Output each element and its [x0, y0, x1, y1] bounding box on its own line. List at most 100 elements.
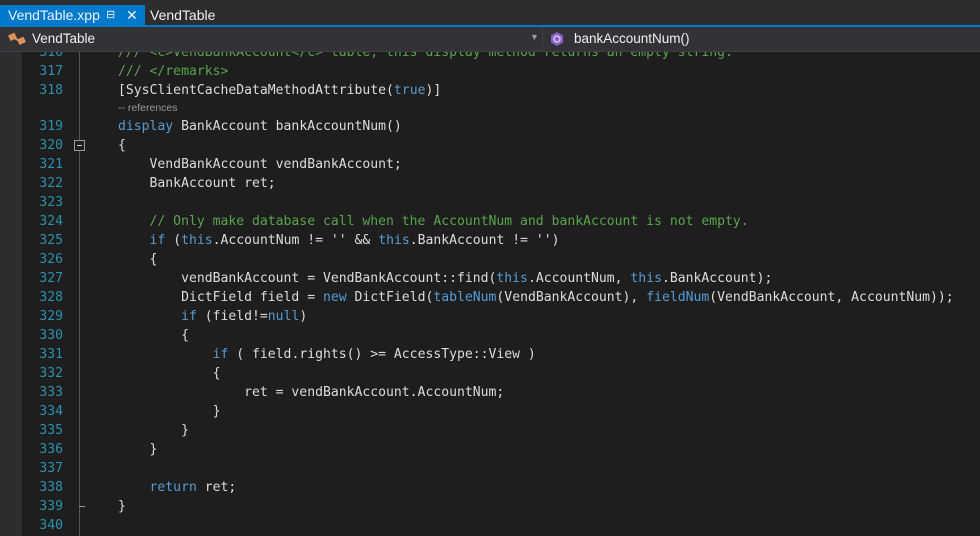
- code-line[interactable]: 322 BankAccount ret;: [0, 174, 980, 193]
- code-text: {: [118, 326, 189, 345]
- tab-vendtable[interactable]: VendTable: [150, 5, 215, 27]
- code-line[interactable]: 333 ret = vendBankAccount.AccountNum;: [0, 383, 980, 402]
- code-text: }: [118, 497, 126, 516]
- code-token: ret = vendBankAccount.AccountNum;: [118, 385, 505, 400]
- code-lens-references[interactable]: -- references: [0, 100, 980, 117]
- code-text: BankAccount ret;: [118, 174, 276, 193]
- code-token: BankAccount ret;: [118, 176, 276, 191]
- code-token: ( field.rights() >= AccessType::View ): [228, 347, 536, 362]
- code-token: )]: [425, 83, 442, 98]
- method-icon: [551, 32, 563, 46]
- code-text: /// </remarks>: [118, 62, 228, 81]
- code-token: ret;: [196, 480, 237, 495]
- code-text: // Only make database call when the Acco…: [118, 212, 749, 231]
- code-text: VendBankAccount vendBankAccount;: [118, 155, 402, 174]
- code-line[interactable]: 317 /// </remarks>: [0, 62, 980, 81]
- collapse-icon[interactable]: [74, 140, 85, 151]
- code-token: DictField(: [346, 290, 434, 305]
- code-text: display BankAccount bankAccountNum(): [118, 117, 402, 136]
- keyword-token: null: [267, 309, 300, 324]
- code-token: BankAccount bankAccountNum(): [173, 119, 402, 134]
- line-number: 317: [39, 64, 63, 79]
- code-token: {: [118, 366, 221, 381]
- code-line[interactable]: 336 }: [0, 440, 980, 459]
- keyword-token: true: [393, 83, 426, 98]
- code-line[interactable]: 335 }: [0, 421, 980, 440]
- type-dropdown-value: VendTable: [32, 31, 96, 46]
- line-number: 338: [39, 480, 63, 495]
- line-number: 325: [39, 233, 63, 248]
- code-line[interactable]: 319 display BankAccount bankAccountNum(): [0, 117, 980, 136]
- code-token: (field!=: [196, 309, 268, 324]
- line-number: 318: [39, 83, 63, 98]
- code-text: vendBankAccount = VendBankAccount::find(…: [118, 269, 772, 288]
- line-number: 327: [39, 271, 63, 286]
- code-token: }: [118, 404, 221, 419]
- code-text: {: [118, 136, 126, 155]
- code-line[interactable]: 316 /// <c>VendBankAccount</c> table, thi…: [0, 52, 980, 62]
- code-line[interactable]: 338 return ret;: [0, 478, 980, 497]
- code-token: [SysClientCacheDataMethodAttribute(: [118, 83, 394, 98]
- comment-token: // Only make database call when the Acco…: [118, 214, 749, 229]
- keyword-token: new: [322, 290, 347, 305]
- type-dropdown[interactable]: VendTable ▼: [0, 27, 543, 51]
- code-token: .BankAccount);: [661, 271, 773, 286]
- code-line[interactable]: 320 {: [0, 136, 980, 155]
- line-number: 326: [39, 252, 63, 267]
- code-text: [SysClientCacheDataMethodAttribute(true)…: [118, 81, 441, 100]
- code-line[interactable]: 318 [SysClientCacheDataMethodAttribute(tr…: [0, 81, 980, 100]
- code-line[interactable]: 323: [0, 193, 980, 212]
- code-token: {: [118, 328, 189, 343]
- code-line[interactable]: 327 vendBankAccount = VendBankAccount::f…: [0, 269, 980, 288]
- code-text: }: [118, 421, 189, 440]
- code-token: {: [118, 138, 126, 153]
- code-token: (VendBankAccount),: [496, 290, 647, 305]
- code-token: .AccountNum != '' &&: [212, 233, 379, 248]
- code-line[interactable]: 329 if (field!=null): [0, 307, 980, 326]
- code-token: {: [118, 252, 158, 267]
- code-token: DictField field =: [118, 290, 323, 305]
- line-number: 340: [39, 518, 63, 533]
- code-editor[interactable]: 316 /// <c>VendBankAccount</c> table, thi…: [0, 52, 980, 536]
- code-text: {: [118, 364, 221, 383]
- keyword-token: if: [118, 233, 166, 248]
- tab-label: VendTable: [150, 7, 216, 23]
- pin-icon[interactable]: ⊟: [106, 5, 115, 26]
- code-line[interactable]: 321 VendBankAccount vendBankAccount;: [0, 155, 980, 174]
- member-dropdown[interactable]: bankAccountNum(): [544, 27, 980, 51]
- keyword-token: if: [118, 309, 197, 324]
- keyword-token: this: [378, 233, 410, 248]
- close-icon[interactable]: ✕: [126, 5, 138, 26]
- keyword-token: this: [630, 271, 662, 286]
- code-line[interactable]: 339}: [0, 497, 980, 516]
- code-text: ret = vendBankAccount.AccountNum;: [118, 383, 504, 402]
- code-token: ): [299, 309, 308, 324]
- line-number: 330: [39, 328, 63, 343]
- document-tab-bar: VendTable.xpp ⊟ ✕ VendTable: [0, 0, 980, 27]
- code-token: .BankAccount != ''): [409, 233, 560, 248]
- code-line[interactable]: 326 {: [0, 250, 980, 269]
- code-lines: 316 /// <c>VendBankAccount</c> table, thi…: [0, 52, 980, 535]
- code-line[interactable]: 324 // Only make database call when the …: [0, 212, 980, 231]
- code-line[interactable]: 330 {: [0, 326, 980, 345]
- code-text: {: [118, 250, 158, 269]
- code-line[interactable]: 332 {: [0, 364, 980, 383]
- keyword-token: fieldNum: [646, 290, 710, 305]
- line-number: 316: [39, 52, 63, 60]
- references-link[interactable]: -- references: [118, 100, 178, 117]
- line-number: 335: [39, 423, 63, 438]
- line-number: 322: [39, 176, 63, 191]
- comment-token: /// <c>VendBankAccount</c> table, this d…: [118, 52, 733, 60]
- code-text: }: [118, 440, 158, 459]
- keyword-token: tableNum: [433, 290, 497, 305]
- code-line[interactable]: 331 if ( field.rights() >= AccessType::V…: [0, 345, 980, 364]
- class-icon: [8, 32, 26, 45]
- code-line[interactable]: 337: [0, 459, 980, 478]
- keyword-token: return: [118, 480, 197, 495]
- tab-vendtable-xpp[interactable]: VendTable.xpp ⊟ ✕: [0, 5, 145, 27]
- code-line[interactable]: 334 }: [0, 402, 980, 421]
- code-line[interactable]: 340: [0, 516, 980, 535]
- code-line[interactable]: 328 DictField field = new DictField(tabl…: [0, 288, 980, 307]
- navigation-bar: VendTable ▼ bankAccountNum(): [0, 27, 980, 52]
- code-line[interactable]: 325 if (this.AccountNum != '' && this.Ba…: [0, 231, 980, 250]
